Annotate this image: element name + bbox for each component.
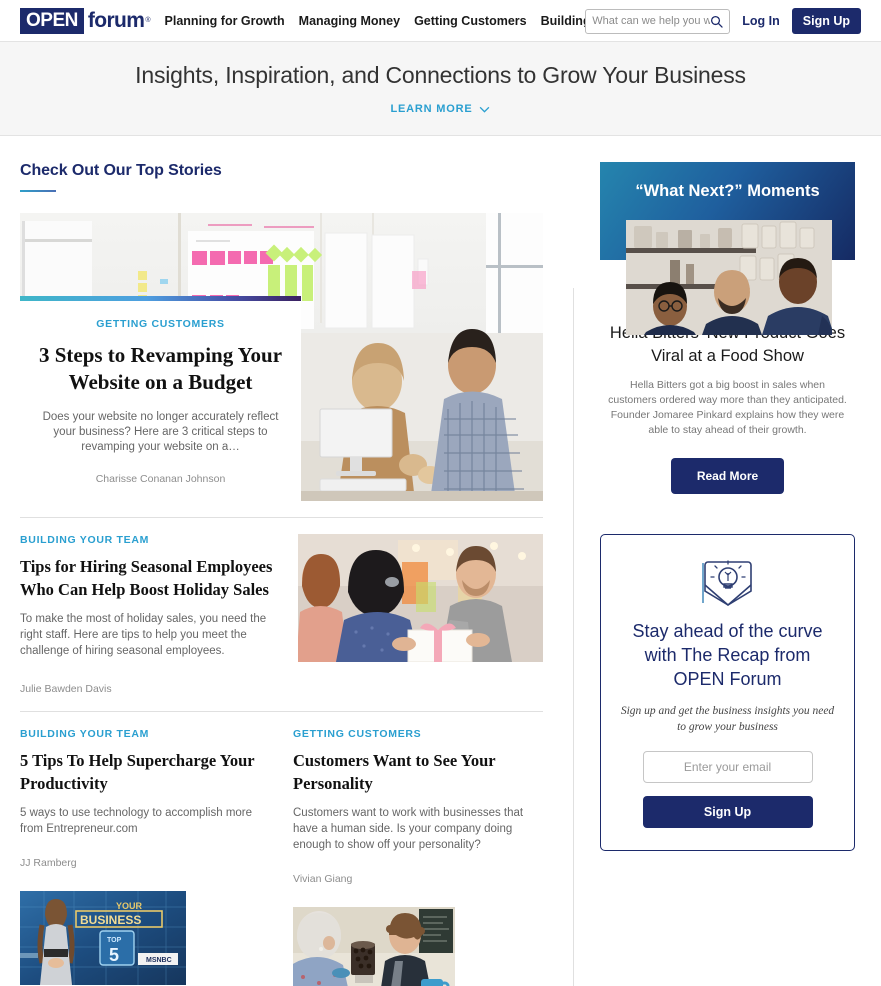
article-divider — [20, 517, 543, 518]
article-dek: To make the most of holiday sales, you n… — [20, 613, 267, 657]
article-byline: Vivian Giang — [293, 873, 353, 885]
article-thumbnail[interactable]: YOUR BUSINESS TOP 5 MSNBC — [20, 891, 186, 985]
article-title[interactable]: Tips for Hiring Seasonal Employees Who C… — [20, 555, 280, 601]
nav-right-cluster: Log In Sign Up — [585, 0, 861, 42]
svg-text:YOUR: YOUR — [116, 901, 143, 911]
what-next-image[interactable] — [626, 220, 832, 335]
article-kicker[interactable]: BUILDING YOUR TEAM — [20, 728, 269, 740]
newsletter-heading: Stay ahead of the curve with The Recap f… — [632, 621, 823, 689]
newsletter-signup-card: Stay ahead of the curve with The Recap f… — [600, 534, 855, 851]
newsletter-signup-button[interactable]: Sign Up — [642, 796, 813, 828]
search-input[interactable] — [592, 15, 711, 27]
hero-banner: Insights, Inspiration, and Connections t… — [0, 42, 881, 136]
article-byline: JJ Ramberg — [20, 857, 77, 869]
logo-trademark-icon: ® — [145, 17, 151, 24]
feature-article-card: GETTING CUSTOMERS 3 Steps to Revamping Y… — [20, 296, 301, 501]
feature-article-byline: Charisse Conanan Johnson — [95, 473, 226, 485]
nav-item-getting-customers[interactable]: Getting Customers — [414, 14, 527, 28]
learn-more-link[interactable]: LEARN MORE — [391, 103, 491, 115]
newsletter-email-input[interactable] — [642, 751, 813, 783]
read-more-button[interactable]: Read More — [670, 458, 785, 494]
hero-headline: Insights, Inspiration, and Connections t… — [135, 62, 746, 88]
article-dek: 5 ways to use technology to accomplish m… — [20, 807, 253, 835]
svg-text:TOP: TOP — [107, 937, 122, 944]
article-divider — [20, 711, 543, 712]
article-byline: Julie Bawden Davis — [20, 683, 112, 695]
feature-article-dek: Does your website no longer accurately r… — [42, 411, 279, 453]
content-area: Check Out Our Top Stories GETTING CUSTOM… — [0, 136, 881, 986]
article-title[interactable]: Customers Want to See Your Personality — [293, 749, 542, 795]
svg-text:MSNBC: MSNBC — [146, 957, 172, 964]
article-kicker[interactable]: BUILDING YOUR TEAM — [20, 534, 280, 546]
logo-forum-text: forum — [87, 9, 145, 32]
sidebar-column: “What Next?” Moments Viral at a Food Sho… — [600, 136, 855, 986]
nav-item-planning-for-growth[interactable]: Planning for Growth — [165, 14, 285, 28]
two-column-article-grid: BUILDING YOUR TEAM 5 Tips To Help Superc… — [20, 728, 543, 986]
svg-text:BUSINESS: BUSINESS — [80, 913, 141, 927]
article-title[interactable]: 5 Tips To Help Supercharge Your Producti… — [20, 749, 269, 795]
section-title: Check Out Our Top Stories — [20, 162, 222, 179]
feature-article[interactable]: GETTING CUSTOMERS 3 Steps to Revamping Y… — [20, 213, 543, 501]
article-thumbnail[interactable] — [293, 907, 455, 986]
what-next-dek: Hella Bitters got a big boost in sales w… — [608, 379, 847, 436]
site-logo[interactable]: OPEN forum ® — [20, 7, 151, 34]
search-icon[interactable] — [710, 15, 723, 28]
signup-button[interactable]: Sign Up — [791, 8, 861, 34]
login-link[interactable]: Log In — [742, 14, 780, 28]
what-next-moments-card: “What Next?” Moments Viral at a Food Sho… — [600, 162, 855, 494]
main-column: Check Out Our Top Stories GETTING CUSTOM… — [20, 136, 560, 986]
nav-item-managing-money[interactable]: Managing Money — [299, 14, 400, 28]
article-text-block: BUILDING YOUR TEAM Tips for Hiring Seaso… — [20, 534, 298, 695]
article-list-item[interactable]: BUILDING YOUR TEAM 5 Tips To Help Superc… — [20, 728, 269, 986]
feature-article-title[interactable]: 3 Steps to Revamping Your Website on a B… — [38, 342, 283, 396]
what-next-header-title: “What Next?” Moments — [635, 182, 820, 200]
article-thumbnail[interactable] — [298, 534, 543, 662]
svg-text:5: 5 — [109, 945, 119, 965]
newsletter-subtext: Sign up and get the business insights yo… — [620, 705, 835, 733]
article-dek: Customers want to work with businesses t… — [293, 807, 524, 851]
chevron-down-icon — [480, 106, 490, 113]
article-list-item[interactable]: GETTING CUSTOMERS Customers Want to See … — [293, 728, 542, 986]
article-list-item[interactable]: BUILDING YOUR TEAM Tips for Hiring Seaso… — [20, 534, 543, 695]
logo-open-text: OPEN — [20, 7, 84, 34]
feature-card-gradient-bar — [20, 296, 301, 301]
feature-article-kicker[interactable]: GETTING CUSTOMERS — [38, 318, 283, 330]
column-divider — [573, 288, 574, 986]
lightbulb-envelope-icon — [701, 560, 752, 606]
open-forum-homepage: OPEN forum ® Planning for Growth Managing… — [0, 0, 881, 986]
learn-more-label: LEARN MORE — [390, 103, 473, 115]
article-kicker[interactable]: GETTING CUSTOMERS — [293, 728, 542, 740]
section-title-rule — [20, 190, 56, 192]
top-navigation-bar: OPEN forum ® Planning for Growth Managing… — [0, 0, 881, 42]
search-box[interactable] — [585, 8, 731, 34]
